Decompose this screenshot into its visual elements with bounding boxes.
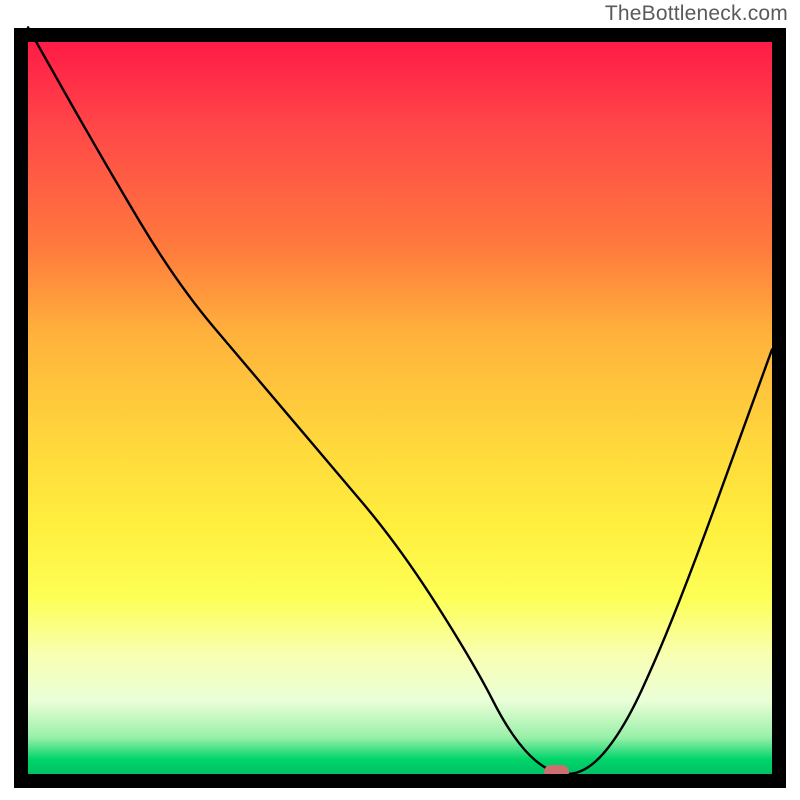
chart-frame: [14, 28, 786, 788]
minimum-marker: [544, 765, 569, 779]
curve-path: [28, 27, 772, 774]
bottleneck-curve: [28, 42, 772, 774]
watermark-text: TheBottleneck.com: [605, 2, 788, 26]
